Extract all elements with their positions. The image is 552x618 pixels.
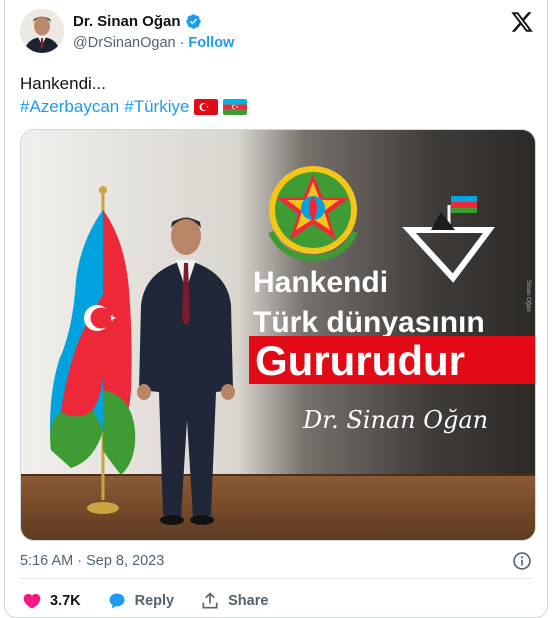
turkey-flag-icon (194, 99, 219, 115)
azerbaijan-emblem-icon (268, 166, 358, 262)
verified-badge-icon (185, 14, 201, 29)
avatar[interactable] (20, 9, 64, 53)
x-logo-icon[interactable] (510, 10, 534, 34)
hashtag-row: #Azerbaycan #Türkiye (20, 95, 248, 119)
author-name-row: Dr. Sinan Oğan (73, 13, 202, 30)
share-label: Share (228, 593, 269, 609)
signature-text: Dr. Sinan Oğan (302, 406, 488, 434)
heart-icon (23, 593, 41, 609)
tweet-timestamp[interactable]: 5:16 AM · Sep 8, 2023 (20, 553, 164, 569)
action-bar: 3.7K Reply Share (22, 591, 294, 611)
handle-separator: · (179, 35, 185, 51)
like-count: 3.7K (50, 593, 81, 609)
hashtag-azerbaycan[interactable]: #Azerbaycan (20, 95, 119, 119)
tweet-media-image[interactable]: Sinan Oğan Hankendi Türk dünyasının Guru… (20, 129, 536, 541)
share-icon (202, 592, 218, 609)
headline-turk-dunyasinin: Türk dünyasının (253, 306, 485, 339)
reply-label: Reply (134, 593, 175, 609)
display-name[interactable]: Dr. Sinan Oğan (73, 13, 181, 30)
share-button[interactable]: Share (200, 591, 268, 611)
like-button[interactable]: 3.7K (22, 591, 81, 611)
reply-bubble-icon (109, 593, 125, 609)
hashtag-turkiye[interactable]: #Türkiye (124, 95, 189, 119)
info-icon[interactable] (512, 551, 532, 571)
side-tag-text: Sinan Oğan (525, 280, 531, 312)
author-handle[interactable]: @DrSinanOgan (73, 35, 176, 51)
tweet-text: Hankendi... (20, 74, 106, 93)
reply-button[interactable]: Reply (107, 591, 175, 611)
azerbaijan-flag-icon (223, 99, 248, 115)
handle-row: @DrSinanOgan · Follow (73, 35, 234, 51)
divider (20, 578, 532, 579)
headline-gururudur: Gururudur (255, 337, 465, 384)
headline-hankendi: Hankendi (253, 266, 388, 299)
follow-button[interactable]: Follow (188, 35, 234, 51)
